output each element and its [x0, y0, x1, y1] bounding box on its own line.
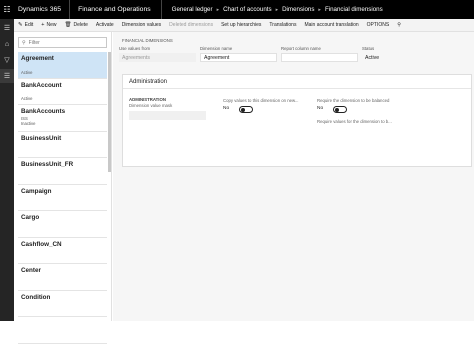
fasttab-header[interactable]: Administration — [123, 75, 471, 89]
breadcrumb-general-ledger[interactable]: General ledger — [168, 6, 217, 13]
breadcrumb-dimensions[interactable]: Dimensions — [278, 6, 318, 13]
new-label: New — [46, 22, 57, 28]
list-item[interactable]: Condition — [18, 291, 107, 317]
list-item[interactable]: Cargo — [18, 211, 107, 238]
list-item-status: Inactive — [21, 121, 36, 126]
breadcrumb: General ledger ▸ Chart of accounts ▸ Dim… — [160, 0, 387, 19]
copy-values-toggle[interactable] — [239, 106, 253, 113]
pencil-icon: ✎ — [18, 22, 23, 28]
breadcrumb-chart-of-accounts[interactable]: Chart of accounts — [219, 6, 276, 13]
list-item[interactable]: Campaign — [18, 185, 107, 211]
list-item-status: Active — [21, 96, 33, 101]
dimension-name-field: Dimension name Agreement — [200, 46, 277, 62]
dimension-list: Agreement Active BankAccount Active BankAcco… — [18, 52, 107, 344]
dimension-name-input[interactable]: Agreement — [200, 53, 277, 62]
require-balanced-toggle[interactable] — [333, 106, 347, 113]
list-item-name: BankAccount — [21, 81, 62, 89]
filter-icon[interactable]: ▽ — [0, 53, 14, 67]
list-item-name: Cargo — [21, 214, 40, 221]
require-balanced-label: Require the dimension to be balanced — [317, 98, 390, 103]
list-item-name: BusinessUnit_FR — [21, 161, 74, 168]
copy-values-state: No — [223, 106, 230, 111]
value-mask-input[interactable] — [129, 111, 206, 120]
list-item-name: Center — [21, 267, 41, 274]
toggle-knob — [335, 108, 339, 112]
search-icon[interactable]: ⚲ — [393, 22, 405, 28]
deleted-dimensions-button[interactable]: Deleted dimensions — [165, 22, 217, 28]
main-account-translation-button[interactable]: Main account translation — [300, 22, 362, 28]
breadcrumb-financial-dimensions[interactable]: Financial dimensions — [321, 6, 387, 13]
copy-values-label: Copy values to this dimension on new... — [223, 98, 299, 103]
report-column-name-field: Report column name — [281, 46, 358, 62]
toggle-knob — [241, 108, 245, 112]
use-values-from-label: Use values from — [119, 46, 151, 51]
delete-button[interactable]: 🗑 Delete — [60, 22, 91, 28]
list-item[interactable]: Center — [18, 264, 107, 291]
list-item-name: Cashflow_CN — [21, 240, 62, 248]
new-button[interactable]: + New — [37, 22, 60, 28]
trash-icon: 🗑 — [64, 22, 72, 28]
status-value: Active — [365, 54, 380, 61]
product-name[interactable]: Dynamics 365 — [14, 6, 69, 13]
require-values-label: Require values for the dimension to b... — [317, 119, 392, 124]
list-item[interactable]: BusinessUnit_FR — [18, 158, 107, 185]
form-caption: FINANCIAL DIMENSIONS — [122, 38, 173, 43]
home-icon[interactable]: ⌂ — [0, 37, 14, 51]
list-item[interactable]: BankAccount Active — [18, 79, 107, 105]
use-values-from-value: Agreements — [119, 53, 196, 62]
list-item[interactable]: Cashflow_CN — [18, 238, 107, 264]
edit-button[interactable]: ✎ Edit — [14, 22, 37, 28]
use-values-from-field: Use values from Agreements — [119, 46, 196, 62]
list-item-status: Active — [21, 69, 33, 75]
options-tab[interactable]: OPTIONS — [363, 22, 394, 28]
translations-button[interactable]: Translations — [265, 22, 300, 28]
status-label: Status — [362, 46, 375, 51]
plus-icon: + — [41, 22, 45, 28]
list-item-name: Campaign — [21, 187, 52, 195]
require-balanced-state: No — [317, 106, 324, 111]
header-fields: Use values from Agreements Dimension nam… — [119, 46, 439, 62]
navigation-pane: ☰ ⌂ ▽ ☰ — [0, 19, 14, 321]
action-pane: ✎ Edit + New 🗑 Delete Activate Dimension va… — [14, 19, 474, 32]
list-pane: ⚲ Filter Agreement Active BankAccount Activ… — [14, 32, 112, 344]
set-up-hierarchies-button[interactable]: Set up hierarchies — [217, 22, 265, 28]
status-field: Status Active — [362, 46, 439, 62]
activate-button[interactable]: Activate — [92, 22, 118, 28]
waffle-icon[interactable]: ☷ — [0, 0, 14, 19]
filter-placeholder: Filter — [28, 39, 40, 46]
filter-input[interactable]: ⚲ Filter — [18, 37, 107, 48]
edit-label: Edit — [24, 22, 34, 28]
list-item[interactable]: BusinessUnit — [18, 132, 107, 158]
dimension-values-button[interactable]: Dimension values — [118, 22, 165, 28]
list-item-name: Agreement — [21, 55, 54, 62]
list-scrollbar[interactable] — [108, 52, 111, 172]
list-item-name: Condition — [21, 293, 51, 301]
app-name[interactable]: Finance and Operations — [69, 0, 161, 19]
value-mask-label: Dimension value mask — [129, 103, 173, 108]
modules-icon[interactable]: ☰ — [0, 69, 14, 83]
list-item-name: BankAccounts — [21, 108, 66, 115]
search-icon: ⚲ — [22, 39, 26, 46]
list-item[interactable]: BankAccounts ISS Inactive — [18, 105, 107, 132]
list-item-name: BusinessUnit — [21, 134, 62, 142]
details-pane: FINANCIAL DIMENSIONS Use values from Agr… — [113, 32, 474, 321]
report-column-name-label: Report column name — [281, 46, 321, 51]
hamburger-icon[interactable]: ☰ — [0, 21, 14, 35]
dimension-name-label: Dimension name — [200, 46, 233, 51]
top-navigation-bar: ☷ Dynamics 365 Finance and Operations Ge… — [0, 0, 474, 19]
delete-label: Delete — [73, 22, 88, 28]
group-title: ADMINISTRATION — [129, 97, 166, 102]
report-column-name-input[interactable] — [281, 53, 358, 62]
list-item[interactable]: Agreement Active — [18, 52, 107, 79]
administration-fasttab: Administration ADMINISTRATION Dimension … — [122, 74, 472, 167]
